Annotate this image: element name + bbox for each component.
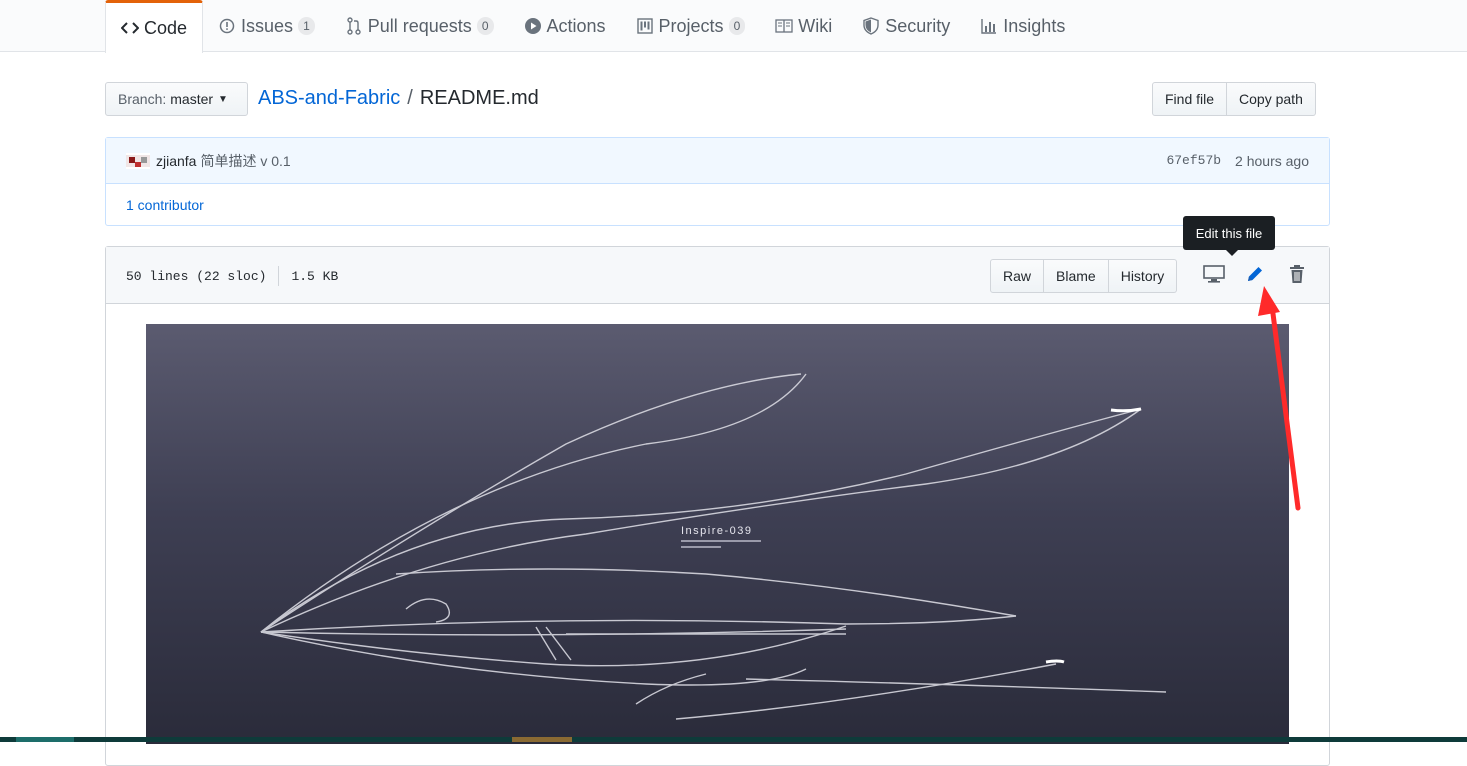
copy-path-button[interactable]: Copy path — [1227, 82, 1316, 116]
branch-name: master — [170, 91, 214, 107]
tab-insights-label: Insights — [1003, 15, 1066, 36]
tab-insights[interactable]: Insights — [965, 0, 1080, 52]
tab-issues-label: Issues — [241, 15, 294, 36]
taskbar — [0, 737, 1467, 742]
file-nav-buttons: Find file Copy path — [1152, 82, 1316, 116]
readme-image: Inspire-039 — [146, 324, 1289, 744]
commit-author-link[interactable]: zjianfa — [156, 153, 196, 169]
commit-tease: zjianfa 简单描述 v 0.1 67ef57b 2 hours ago 1… — [105, 137, 1330, 226]
commit-message[interactable]: 简单描述 v 0.1 — [200, 151, 290, 171]
code-icon — [121, 19, 139, 37]
tab-projects-label: Projects — [658, 15, 724, 36]
tab-wiki[interactable]: Wiki — [760, 0, 847, 52]
file-info: 50 lines (22 sloc) 1.5 KB — [126, 266, 338, 286]
breadcrumb-separator: / — [407, 87, 413, 109]
tab-actions[interactable]: Actions — [509, 0, 621, 52]
tab-security[interactable]: Security — [847, 0, 965, 52]
tab-code-label: Code — [144, 17, 188, 38]
file-box: 50 lines (22 sloc) 1.5 KB Raw Blame Hist… — [105, 246, 1330, 766]
projects-counter: 0 — [728, 17, 746, 35]
pull-requests-counter: 0 — [476, 17, 494, 35]
breadcrumb: ABS-and-Fabric / README.md — [258, 87, 539, 110]
pull-request-icon — [345, 17, 363, 35]
avatar[interactable] — [126, 152, 150, 169]
shield-icon — [862, 17, 880, 35]
trash-icon[interactable] — [1285, 261, 1309, 287]
find-file-button[interactable]: Find file — [1152, 82, 1228, 116]
pencil-icon[interactable] — [1243, 261, 1267, 287]
commit-sha-link[interactable]: 67ef57b — [1166, 153, 1221, 168]
issue-icon — [218, 17, 236, 35]
tab-projects[interactable]: Projects 0 — [621, 0, 761, 52]
repo-tabs: Code Issues 1 Pull requests 0 Actions Pr… — [105, 0, 1080, 53]
history-button[interactable]: History — [1108, 259, 1178, 293]
file-header: 50 lines (22 sloc) 1.5 KB Raw Blame Hist… — [106, 247, 1329, 304]
tab-wiki-label: Wiki — [798, 15, 833, 36]
tab-pull-requests[interactable]: Pull requests 0 — [330, 0, 509, 52]
file-line-count: 50 lines (22 sloc) — [126, 268, 267, 284]
project-icon — [636, 17, 654, 35]
tab-code[interactable]: Code — [105, 0, 204, 53]
commit-header: zjianfa 简单描述 v 0.1 67ef57b 2 hours ago — [106, 138, 1329, 184]
tab-issues[interactable]: Issues 1 — [203, 0, 330, 52]
raw-button[interactable]: Raw — [990, 259, 1045, 293]
edit-file-tooltip: Edit this file — [1183, 216, 1275, 256]
graph-icon — [980, 17, 998, 35]
file-actions: Raw Blame History — [990, 259, 1178, 293]
repo-nav: Code Issues 1 Pull requests 0 Actions Pr… — [0, 0, 1467, 53]
breadcrumb-file: README.md — [419, 87, 539, 109]
book-icon — [775, 17, 793, 35]
tab-pull-requests-label: Pull requests — [367, 15, 472, 36]
branch-label: Branch: — [118, 91, 167, 107]
file-info-divider — [278, 266, 280, 286]
taskbar-item[interactable] — [16, 737, 74, 742]
blame-button[interactable]: Blame — [1044, 259, 1109, 293]
commit-time: 2 hours ago — [1235, 152, 1309, 169]
sketch-illustration: Inspire-039 — [260, 373, 1167, 720]
contributors-link[interactable]: 1 contributor — [106, 184, 1329, 225]
commit-meta: 67ef57b 2 hours ago — [1166, 153, 1309, 169]
caret-down-icon: ▼ — [218, 93, 228, 105]
issues-counter: 1 — [298, 17, 315, 35]
desktop-icon[interactable] — [1202, 261, 1226, 287]
play-icon — [524, 17, 542, 35]
taskbar-item[interactable] — [512, 737, 572, 742]
branch-select-button[interactable]: Branch: master ▼ — [105, 82, 248, 116]
tab-security-label: Security — [885, 15, 951, 36]
file-size: 1.5 KB — [291, 268, 339, 284]
tab-actions-label: Actions — [546, 15, 606, 36]
readme-image-title: Inspire-039 — [681, 525, 753, 537]
breadcrumb-repo-link[interactable]: ABS-and-Fabric — [258, 87, 400, 110]
